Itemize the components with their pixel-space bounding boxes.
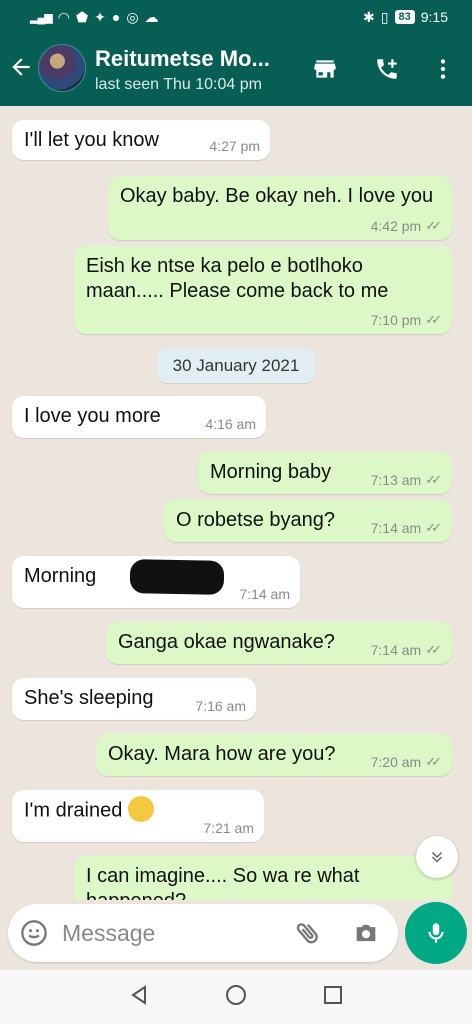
status-left-icons: ▂▄▆ ◠ ⬟ ✦ ● ◎ ☁ xyxy=(30,9,159,26)
read-ticks-icon: ✓✓ xyxy=(425,520,442,535)
message-text: I'm drained xyxy=(24,799,123,822)
message-outgoing[interactable]: Eish ke ntse ka pelo e botlhoko maan....… xyxy=(74,246,452,334)
status-bar: ▂▄▆ ◠ ⬟ ✦ ● ◎ ☁ ✱ ▯ 83 9:15 xyxy=(0,0,472,34)
chat-header: Reitumetse Mo... last seen Thu 10:04 pm xyxy=(0,34,472,106)
composer-bar xyxy=(0,900,472,970)
message-time: 7:14 am xyxy=(239,586,290,602)
message-time: 7:16 am xyxy=(195,698,246,714)
message-input[interactable] xyxy=(62,916,282,950)
message-time: 7:13 am xyxy=(370,472,422,488)
message-time: 7:14 am xyxy=(370,642,422,658)
message-time: 4:27 pm xyxy=(209,138,260,154)
more-vert-icon[interactable] xyxy=(428,54,458,84)
shield-icon: ⬟ xyxy=(75,8,89,25)
message-incoming[interactable]: She's sleeping 7:16 am xyxy=(12,678,256,720)
message-meta: 4:16 am xyxy=(205,416,256,432)
cloud-icon: ☁ xyxy=(144,8,159,25)
redaction-mark xyxy=(129,559,225,595)
battery-indicator: 83 xyxy=(394,10,415,24)
add-call-icon[interactable] xyxy=(372,54,402,84)
clock: 9:15 xyxy=(420,9,448,25)
message-outgoing[interactable]: O robetse byang? 7:14 am ✓✓ xyxy=(164,500,452,542)
message-time: 7:10 pm xyxy=(370,312,422,328)
message-incoming[interactable]: I'll let you know 4:27 pm xyxy=(12,120,270,160)
bluetooth-icon: ✱ xyxy=(363,8,375,25)
twitter-icon: ✦ xyxy=(94,8,106,25)
message-meta: 7:14 am ✓✓ xyxy=(371,520,442,536)
message-outgoing[interactable]: Ganga okae ngwanake? 7:14 am ✓✓ xyxy=(106,622,452,664)
message-time: 4:42 pm xyxy=(370,218,422,234)
contact-avatar[interactable] xyxy=(38,44,86,92)
message-incoming[interactable]: I love you more 4:16 am xyxy=(12,396,266,438)
message-text: Eish ke ntse ka pelo e botlhoko maan....… xyxy=(86,255,389,302)
message-incoming[interactable]: Morning 7:14 am xyxy=(12,556,300,608)
message-meta: 7:16 am xyxy=(195,698,246,714)
message-meta: 7:13 am ✓✓ xyxy=(371,472,442,488)
message-meta: 4:42 pm ✓✓ xyxy=(371,218,442,234)
nav-recents-icon[interactable] xyxy=(321,983,345,1012)
message-meta: 7:20 am ✓✓ xyxy=(371,754,442,770)
system-nav-bar xyxy=(0,970,472,1024)
nav-back-icon[interactable] xyxy=(127,983,151,1012)
back-arrow-icon[interactable] xyxy=(8,54,36,82)
message-meta: 7:10 pm ✓✓ xyxy=(371,312,442,328)
message-meta: 7:14 am ✓✓ xyxy=(371,642,442,658)
date-divider: 30 January 2021 xyxy=(158,349,314,383)
contact-name[interactable]: Reitumetse Mo... xyxy=(95,46,270,72)
read-ticks-icon: ✓✓ xyxy=(425,472,442,487)
status-right-icons: ✱ ▯ 83 9:15 xyxy=(363,9,448,26)
camera-icon[interactable] xyxy=(352,919,380,952)
message-composer xyxy=(8,904,398,962)
mic-icon[interactable] xyxy=(405,902,467,964)
last-seen-status: last seen Thu 10:04 pm xyxy=(95,76,262,93)
read-ticks-icon: ✓✓ xyxy=(425,218,442,233)
read-ticks-icon: ✓✓ xyxy=(425,312,442,327)
pleading-face-emoji-icon xyxy=(127,796,154,822)
facebook-icon: ● xyxy=(111,9,121,25)
message-time: 4:16 am xyxy=(205,416,256,432)
wifi-icon: ◠ xyxy=(57,8,70,25)
message-time: 7:21 am xyxy=(203,820,254,836)
vibrate-icon: ▯ xyxy=(380,8,389,25)
message-incoming[interactable]: I'm drained 7:21 am xyxy=(12,790,264,842)
read-ticks-icon: ✓✓ xyxy=(425,754,442,769)
signal-icon: ▂▄▆ xyxy=(30,11,53,24)
nav-home-icon[interactable] xyxy=(224,983,248,1012)
message-text: Okay baby. Be okay neh. I love you xyxy=(120,185,434,207)
message-time: 7:20 am xyxy=(370,754,422,770)
emoji-icon[interactable] xyxy=(20,919,48,952)
message-outgoing[interactable]: Okay baby. Be okay neh. I love you 4:42 … xyxy=(108,176,452,240)
chat-area[interactable]: I'll let you know 4:27 pm Okay baby. Be … xyxy=(0,106,472,900)
scroll-down-icon[interactable] xyxy=(416,836,458,878)
message-outgoing[interactable]: I can imagine.... So wa re what happened… xyxy=(74,856,452,900)
message-meta: 4:27 pm xyxy=(209,138,260,154)
attach-icon[interactable] xyxy=(294,919,322,952)
message-time: 7:14 am xyxy=(370,520,422,536)
shop-icon[interactable] xyxy=(310,54,340,84)
message-outgoing[interactable]: Morning baby 7:13 am ✓✓ xyxy=(198,452,452,494)
instagram-icon: ◎ xyxy=(126,8,139,25)
message-meta: 7:14 am xyxy=(239,586,290,602)
message-meta: 7:21 am xyxy=(203,820,254,836)
read-ticks-icon: ✓✓ xyxy=(425,642,442,657)
message-text: I can imagine.... So wa re what happened… xyxy=(86,865,360,900)
message-outgoing[interactable]: Okay. Mara how are you? 7:20 am ✓✓ xyxy=(96,734,452,776)
